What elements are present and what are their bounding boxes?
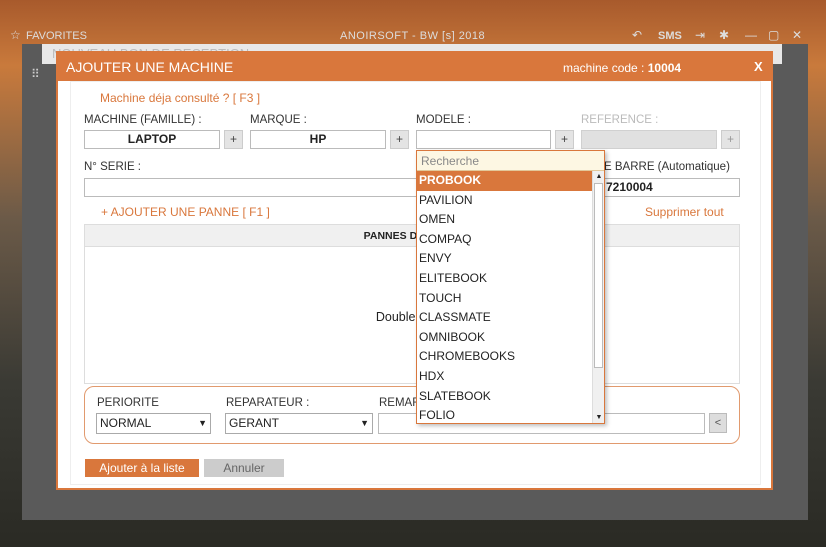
dropdown-option[interactable]: TOUCH bbox=[417, 289, 592, 309]
dropdown-option[interactable]: PAVILION bbox=[417, 191, 592, 211]
dropdown-option[interactable]: FOLIO bbox=[417, 406, 592, 426]
priority-label: PERIORITE bbox=[97, 397, 159, 409]
maximize-icon[interactable]: ▢ bbox=[768, 28, 779, 42]
add-famille-button[interactable]: + bbox=[224, 130, 243, 149]
modele-dropdown[interactable]: Recherche PROBOOK PAVILION OMEN COMPAQ ENVY E… bbox=[416, 150, 605, 424]
back-icon[interactable]: ↶ bbox=[632, 28, 642, 42]
remark-action-button[interactable]: < bbox=[709, 413, 727, 433]
modal-header: AJOUTER UNE MACHINE machine code : 10004… bbox=[58, 53, 771, 81]
consulted-machine-link[interactable]: Machine déja consulté ? [ F3 ] bbox=[100, 91, 260, 105]
dropdown-option[interactable]: COMPAQ bbox=[417, 230, 592, 250]
modal-title: AJOUTER UNE MACHINE bbox=[66, 59, 234, 75]
pannes-table-header: PANNES DECLARE bbox=[85, 225, 739, 247]
close-window-icon[interactable]: ✕ bbox=[792, 28, 802, 42]
pannes-empty-hint: Double-clic p bbox=[375, 310, 449, 324]
reference-label: REFERENCE : bbox=[581, 114, 659, 126]
priority-value: NORMAL bbox=[100, 416, 152, 430]
barcode-label: E BARRE (Automatique) bbox=[604, 161, 730, 173]
favorites-label[interactable]: FAVORITES bbox=[26, 30, 87, 42]
chevron-down-icon: ▼ bbox=[198, 418, 207, 428]
repairer-value: GERANT bbox=[229, 416, 280, 430]
dropdown-list: PROBOOK PAVILION OMEN COMPAQ ENVY ELITEBOOK TO… bbox=[417, 171, 592, 426]
famille-label: MACHINE (FAMILLE) : bbox=[84, 114, 202, 126]
add-reference-button[interactable]: + bbox=[721, 130, 740, 149]
dropdown-option[interactable]: ELITEBOOK bbox=[417, 269, 592, 289]
export-icon[interactable]: ⇥ bbox=[695, 28, 705, 42]
dropdown-search-input[interactable]: Recherche bbox=[417, 151, 604, 171]
dropdown-option[interactable]: CHROMEBOOKS bbox=[417, 347, 592, 367]
dropdown-option[interactable]: HDX bbox=[417, 367, 592, 387]
reference-field bbox=[581, 130, 717, 149]
star-icon[interactable]: ☆ bbox=[10, 28, 21, 42]
famille-field[interactable]: LAPTOP bbox=[84, 130, 220, 149]
repairer-label: REPARATEUR : bbox=[226, 397, 310, 409]
dropdown-option[interactable]: CLASSMATE bbox=[417, 308, 592, 328]
chevron-down-icon: ▼ bbox=[360, 418, 369, 428]
modele-label: MODELE : bbox=[416, 114, 471, 126]
cancel-button[interactable]: Annuler bbox=[204, 459, 284, 477]
add-to-list-button[interactable]: Ajouter à la liste bbox=[85, 459, 199, 477]
scroll-thumb[interactable] bbox=[594, 183, 603, 368]
grid-icon: ⠿ bbox=[31, 67, 40, 81]
scroll-up-icon[interactable]: ▲ bbox=[593, 171, 605, 182]
remark-label: REMAR bbox=[379, 397, 421, 409]
dropdown-option[interactable]: ENVY bbox=[417, 249, 592, 269]
minimize-icon[interactable]: — bbox=[745, 28, 757, 42]
add-panne-link[interactable]: + AJOUTER UNE PANNE [ F1 ] bbox=[101, 205, 270, 219]
scroll-down-icon[interactable]: ▼ bbox=[593, 412, 605, 423]
pannes-table[interactable]: PANNES DECLARE Double-clic p bbox=[84, 224, 740, 384]
gear-icon[interactable]: ✱ bbox=[719, 28, 729, 42]
sms-button[interactable]: SMS bbox=[658, 30, 682, 42]
dropdown-option[interactable]: OMNIBOOK bbox=[417, 328, 592, 348]
add-modele-button[interactable]: + bbox=[555, 130, 574, 149]
dropdown-option[interactable]: PROBOOK bbox=[417, 171, 592, 191]
marque-field[interactable]: HP bbox=[250, 130, 386, 149]
barcode-field: 7210004 bbox=[602, 178, 740, 197]
serie-label: N° SERIE : bbox=[84, 161, 142, 173]
app-title: ANOIRSOFT - BW [s] 2018 bbox=[340, 30, 486, 42]
dropdown-option[interactable]: OMEN bbox=[417, 210, 592, 230]
modele-field[interactable] bbox=[416, 130, 551, 149]
machine-code: machine code : 10004 bbox=[563, 61, 682, 75]
add-marque-button[interactable]: + bbox=[390, 130, 409, 149]
marque-label: MARQUE : bbox=[250, 114, 307, 126]
close-modal-button[interactable]: X bbox=[754, 59, 763, 74]
dropdown-option[interactable]: SLATEBOOK bbox=[417, 387, 592, 407]
repairer-select[interactable]: GERANT ▼ bbox=[225, 413, 373, 434]
delete-all-link[interactable]: Supprimer tout bbox=[645, 205, 724, 219]
serie-field[interactable] bbox=[84, 178, 424, 197]
dropdown-scrollbar[interactable]: ▲ ▼ bbox=[592, 171, 604, 423]
priority-select[interactable]: NORMAL ▼ bbox=[96, 413, 211, 434]
